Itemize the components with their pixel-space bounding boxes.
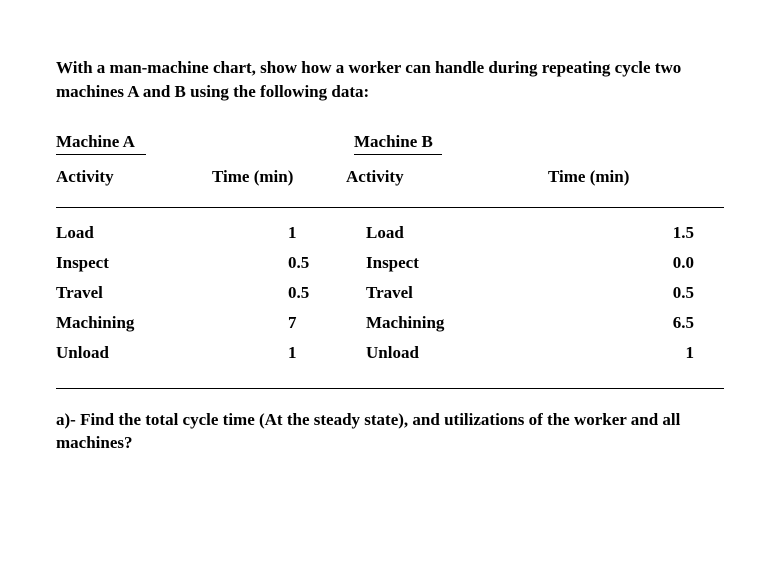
cell-time-b: 0.5 bbox=[634, 283, 694, 303]
table-row: Machining 7 Machining 6.5 bbox=[56, 308, 724, 338]
cell-activity-a: Inspect bbox=[56, 253, 288, 273]
cell-time-a: 1 bbox=[288, 223, 366, 243]
data-table: Load 1 Load 1.5 Inspect 0.5 Inspect 0.0 … bbox=[56, 218, 724, 368]
divider-bottom bbox=[56, 388, 724, 389]
machine-headings: Machine A Machine B bbox=[56, 132, 724, 152]
col-time-a: Time (min) bbox=[212, 167, 346, 187]
divider-top bbox=[56, 207, 724, 208]
table-row: Inspect 0.5 Inspect 0.0 bbox=[56, 248, 724, 278]
cell-time-b: 1 bbox=[634, 343, 694, 363]
cell-activity-a: Machining bbox=[56, 313, 288, 333]
cell-activity-b: Inspect bbox=[366, 253, 634, 273]
col-activity-b: Activity bbox=[346, 167, 548, 187]
heading-machine-b: Machine B bbox=[354, 132, 433, 152]
cell-activity-a: Unload bbox=[56, 343, 288, 363]
col-activity-a: Activity bbox=[56, 167, 212, 187]
cell-time-a: 0.5 bbox=[288, 283, 366, 303]
cell-time-b: 6.5 bbox=[634, 313, 694, 333]
cell-activity-b: Travel bbox=[366, 283, 634, 303]
col-time-b: Time (min) bbox=[548, 167, 629, 187]
heading-underline-row bbox=[56, 154, 724, 155]
question-a: a)- Find the total cycle time (At the st… bbox=[56, 409, 724, 455]
cell-activity-a: Travel bbox=[56, 283, 288, 303]
cell-time-b: 0.0 bbox=[634, 253, 694, 273]
cell-activity-b: Unload bbox=[366, 343, 634, 363]
heading-machine-a: Machine A bbox=[56, 132, 354, 152]
cell-time-a: 1 bbox=[288, 343, 366, 363]
cell-time-a: 7 bbox=[288, 313, 366, 333]
table-row: Unload 1 Unload 1 bbox=[56, 338, 724, 368]
underline-a bbox=[56, 154, 146, 155]
cell-activity-b: Load bbox=[366, 223, 634, 243]
cell-activity-b: Machining bbox=[366, 313, 634, 333]
cell-time-a: 0.5 bbox=[288, 253, 366, 273]
table-row: Load 1 Load 1.5 bbox=[56, 218, 724, 248]
cell-time-b: 1.5 bbox=[634, 223, 694, 243]
table-row: Travel 0.5 Travel 0.5 bbox=[56, 278, 724, 308]
cell-activity-a: Load bbox=[56, 223, 288, 243]
intro-text: With a man-machine chart, show how a wor… bbox=[56, 56, 724, 104]
underline-b bbox=[354, 154, 442, 155]
column-headers: Activity Time (min) Activity Time (min) bbox=[56, 167, 724, 187]
